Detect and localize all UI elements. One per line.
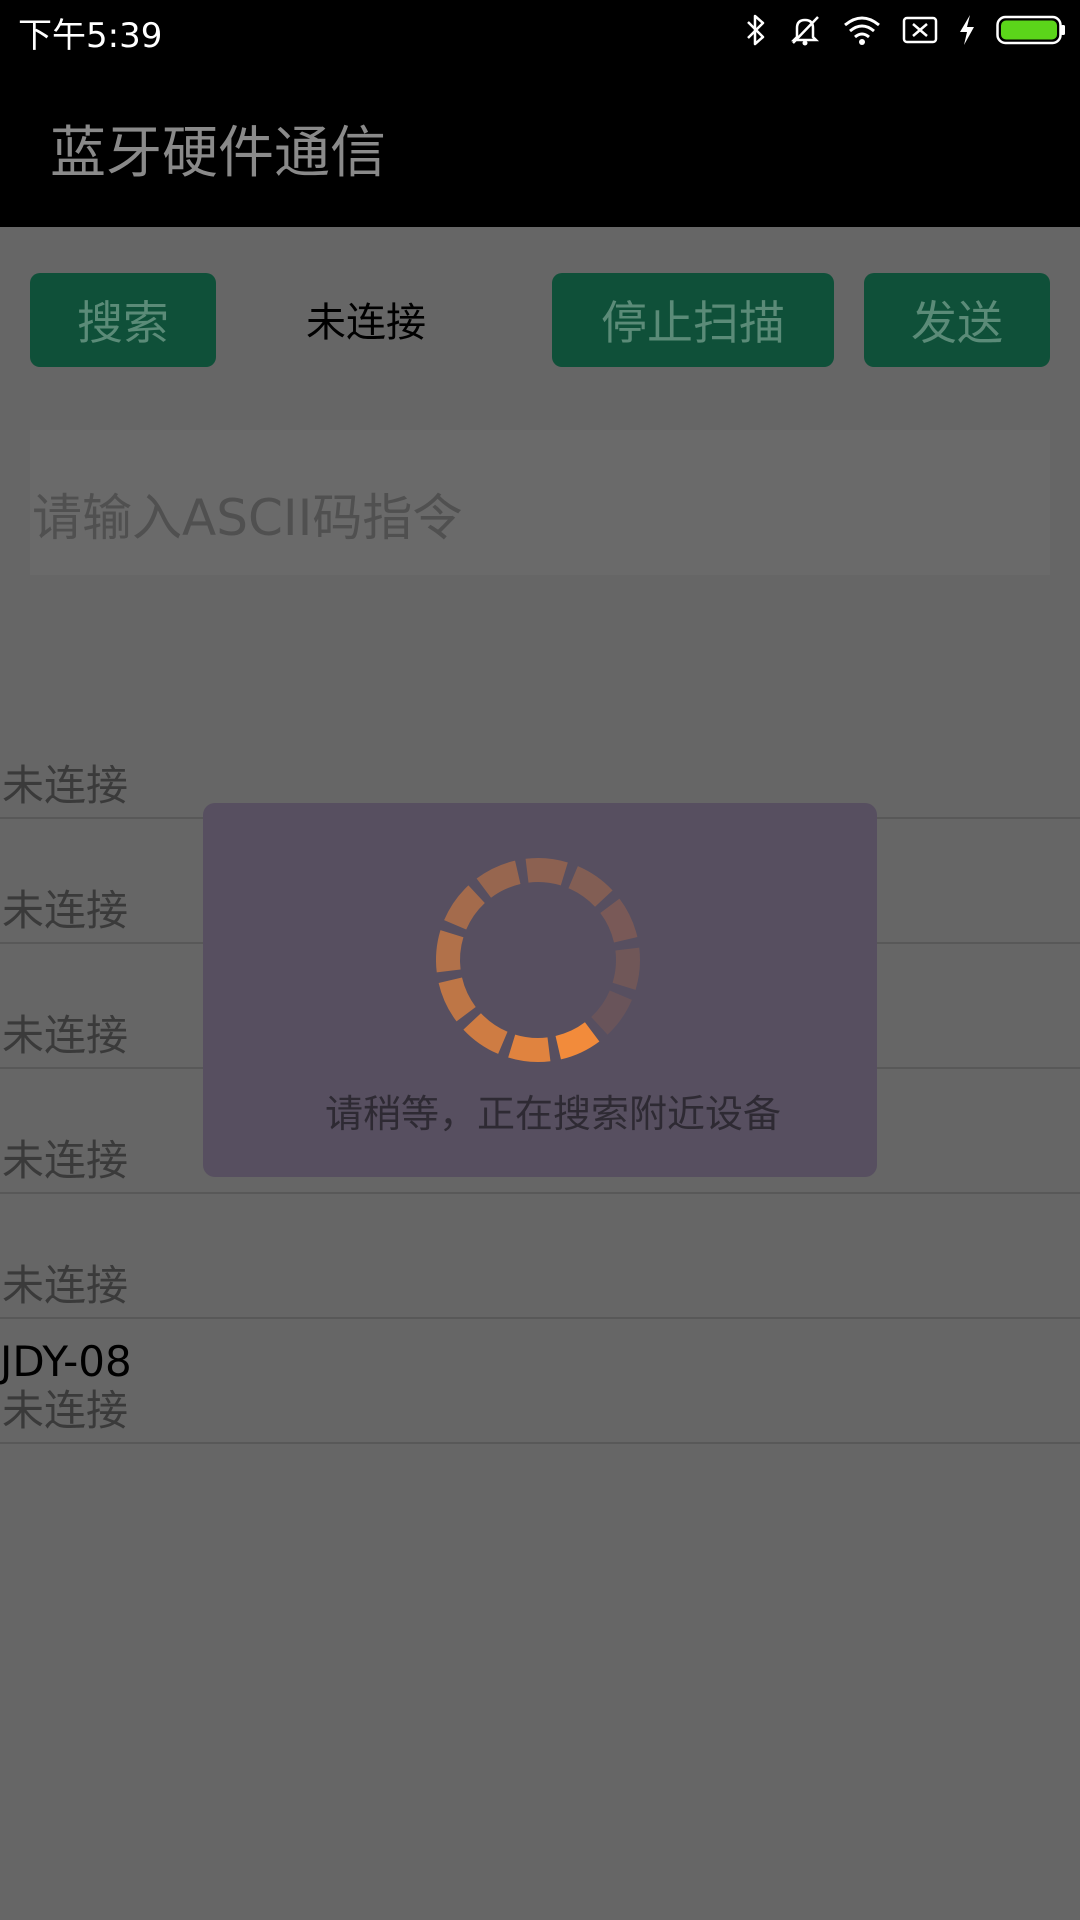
stop-scan-button[interactable]: 停止扫描 xyxy=(552,273,834,367)
command-input-placeholder: 请输入ASCII码指令 xyxy=(32,489,463,547)
loading-dialog: 请稍等，正在搜索附近设备 xyxy=(203,803,877,1177)
device-status: 未连接 xyxy=(2,1261,129,1310)
device-status: 未连接 xyxy=(2,1136,129,1185)
charging-icon xyxy=(958,14,976,46)
loading-spinner-icon xyxy=(436,858,640,1062)
app-bar: 蓝牙硬件通信 xyxy=(0,60,1080,227)
spinner-segment xyxy=(568,866,613,907)
device-list-item[interactable]: 未连接 xyxy=(0,1192,1080,1319)
spinner-segment xyxy=(476,860,521,898)
search-button[interactable]: 搜索 xyxy=(30,273,216,367)
notifications-off-icon xyxy=(788,13,822,47)
spinner-segment xyxy=(612,947,640,990)
sim-missing-icon xyxy=(902,15,938,45)
status-icons xyxy=(744,12,1066,48)
spinner-segment xyxy=(508,1034,551,1062)
device-status: 未连接 xyxy=(2,761,129,810)
device-list-item[interactable]: 未连接 xyxy=(0,692,1080,819)
spinner-segment xyxy=(444,885,485,930)
device-status: 未连接 xyxy=(2,1386,129,1435)
spinner-segment xyxy=(555,1022,600,1060)
device-status: 未连接 xyxy=(2,886,129,935)
status-bar: 下午5:39 xyxy=(0,0,1080,60)
battery-icon xyxy=(996,15,1066,45)
bluetooth-icon xyxy=(744,13,768,47)
status-time: 下午5:39 xyxy=(18,16,163,56)
loading-message: 请稍等，正在搜索附近设备 xyxy=(325,1092,782,1136)
connection-status-label: 未连接 xyxy=(306,300,426,346)
device-status: 未连接 xyxy=(2,1011,129,1060)
spinner-segment xyxy=(436,930,464,973)
send-button[interactable]: 发送 xyxy=(864,273,1050,367)
wifi-icon xyxy=(842,14,882,46)
spinner-segment xyxy=(463,1013,508,1054)
spinner-segment xyxy=(591,990,632,1035)
spinner-segment xyxy=(600,898,638,943)
app-title: 蓝牙硬件通信 xyxy=(50,121,386,186)
spinner-segment xyxy=(438,977,476,1022)
spinner-segment xyxy=(525,858,568,886)
device-list-item[interactable]: JDY-08 未连接 xyxy=(0,1317,1080,1444)
